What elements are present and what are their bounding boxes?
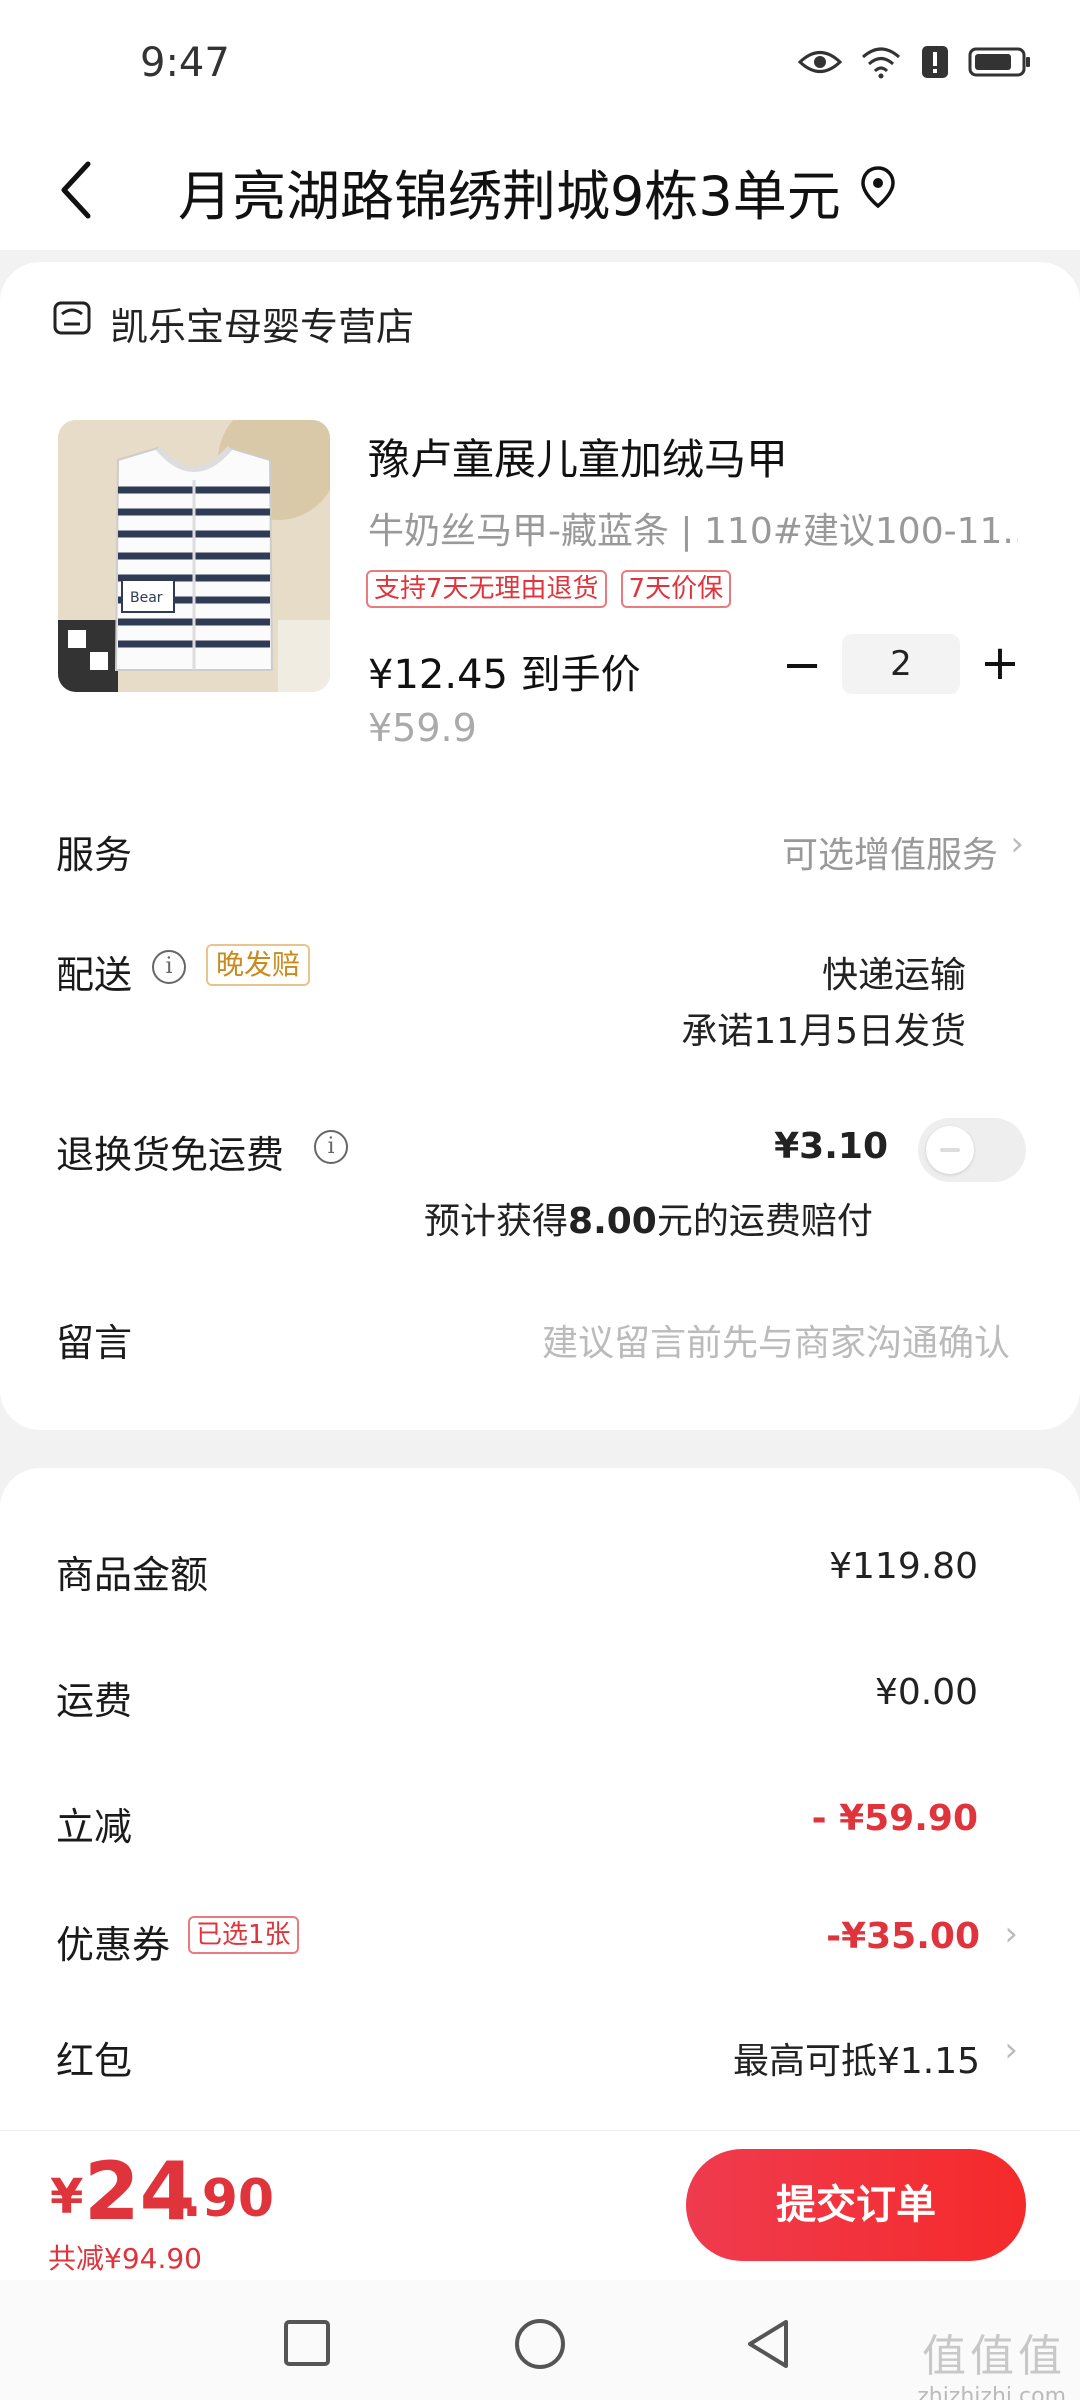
wifi-icon — [862, 47, 900, 79]
eye-icon — [798, 51, 842, 73]
total-price-integer: 24 — [84, 2145, 196, 2238]
instant-discount-label: 立减 — [56, 1805, 133, 1849]
watermark-url: zhizhizhi.com — [917, 2384, 1066, 2400]
status-icons — [798, 44, 1032, 80]
late-compensation-tag: 晚发赔 — [206, 944, 311, 986]
quantity-input[interactable]: 2 — [842, 634, 960, 694]
return-shipping-toggle[interactable] — [918, 1118, 1026, 1182]
back-button[interactable] — [50, 150, 110, 230]
message-input[interactable]: 建议留言前先与商家沟通确认 — [542, 1314, 1010, 1366]
tag-price-protect: 7天价保 — [620, 570, 732, 608]
address-title[interactable]: 月亮湖路锦绣荆城9栋3单元 — [178, 152, 841, 231]
return-note-amount: 8.00 — [568, 1201, 657, 1242]
return-shipping-label: 退换货免运费 — [56, 1133, 285, 1177]
submit-order-button[interactable]: 提交订单 — [686, 2149, 1026, 2261]
location-pin-icon[interactable] — [858, 164, 898, 214]
instant-discount-value: - ¥59.90 — [811, 1798, 978, 1839]
quantity-increase-button[interactable]: + — [978, 638, 1022, 688]
redpacket-label: 红包 — [56, 2039, 133, 2083]
store-icon — [52, 298, 92, 338]
service-value[interactable]: 可选增值服务 — [782, 826, 998, 878]
checkout-bar: ¥ 24 .90 共减¥94.90 提交订单 — [0, 2130, 1080, 2280]
service-label: 服务 — [56, 833, 133, 877]
store-name[interactable]: 凯乐宝母婴专营店 — [110, 296, 414, 351]
redpacket-chevron-icon[interactable]: › — [1004, 2030, 1018, 2070]
header: 月亮湖路锦绣荆城9栋3单元 — [0, 130, 1080, 250]
toggle-knob-line — [940, 1148, 960, 1152]
final-price: ¥12.45 到手价 — [368, 652, 641, 698]
coupon-label: 优惠券 — [56, 1923, 171, 1967]
coupon-selected-tag: 已选1张 — [188, 1916, 299, 1954]
return-compensation-note: 预计获得8.00元的运费赔付 — [424, 1192, 873, 1244]
delivery-promise: 承诺11月5日发货 — [681, 1011, 966, 1052]
price-summary-card: 商品金额 ¥119.80 运费 ¥0.00 立减 - ¥59.90 优惠券 已选… — [0, 1468, 1080, 2148]
original-price: ¥59.9 — [368, 706, 477, 750]
product-image-label: Bear — [130, 590, 163, 606]
goods-amount-label: 商品金额 — [56, 1553, 209, 1597]
shipping-fee-value: ¥0.00 — [874, 1672, 978, 1713]
delivery-label: 配送 — [56, 953, 133, 997]
return-note-prefix: 预计获得 — [424, 1201, 569, 1242]
coupon-chevron-icon[interactable]: › — [1004, 1914, 1018, 1954]
product-spec[interactable]: 牛奶丝马甲-藏蓝条 | 110#建议100-11... — [368, 502, 1018, 554]
alert-icon — [922, 46, 948, 78]
toggle-knob — [926, 1126, 974, 1174]
service-chevron-icon[interactable]: › — [1010, 824, 1024, 864]
back-arrow-icon — [61, 161, 91, 219]
status-time: 9:47 — [140, 40, 230, 86]
total-currency: ¥ — [50, 2169, 84, 2225]
watermark: 值值值 zhizhizhi.com — [917, 2320, 1066, 2400]
system-nav-bar: 值值值 zhizhizhi.com — [0, 2280, 1080, 2400]
total-price-decimal: .90 — [182, 2169, 275, 2229]
back-triangle-icon[interactable] — [742, 2316, 794, 2372]
delivery-info-icon[interactable]: i — [152, 950, 186, 984]
redpacket-value[interactable]: 最高可抵¥1.15 — [733, 2032, 980, 2084]
order-card: 凯乐宝母婴专营店 Bear 豫卢童展儿童加绒马甲 牛奶丝马甲-藏蓝条 | 110… — [0, 262, 1080, 1430]
product-tags: 支持7天无理由退货 7天价保 — [366, 570, 732, 608]
delivery-method[interactable]: 快递运输 — [822, 946, 966, 998]
product-title[interactable]: 豫卢童展儿童加绒马甲 — [368, 426, 788, 487]
status-bar: 9:47 — [0, 0, 1080, 130]
tag-return-policy: 支持7天无理由退货 — [366, 570, 607, 608]
recent-apps-icon[interactable] — [282, 2318, 332, 2368]
total-saved: 共减¥94.90 — [48, 2242, 202, 2275]
return-shipping-price: ¥3.10 — [774, 1126, 888, 1167]
quantity-decrease-button[interactable]: − — [782, 640, 822, 690]
return-info-icon[interactable]: i — [314, 1130, 348, 1164]
goods-amount-value: ¥119.80 — [829, 1546, 978, 1587]
watermark-logo: 值值值 — [922, 2331, 1066, 2382]
home-icon[interactable] — [512, 2316, 568, 2372]
product-image[interactable]: Bear — [58, 420, 330, 692]
coupon-value[interactable]: -¥35.00 — [826, 1916, 980, 1957]
return-note-suffix: 元的运费赔付 — [656, 1201, 873, 1242]
battery-icon — [968, 47, 1030, 77]
message-label: 留言 — [56, 1321, 133, 1365]
shipping-fee-label: 运费 — [56, 1679, 133, 1723]
